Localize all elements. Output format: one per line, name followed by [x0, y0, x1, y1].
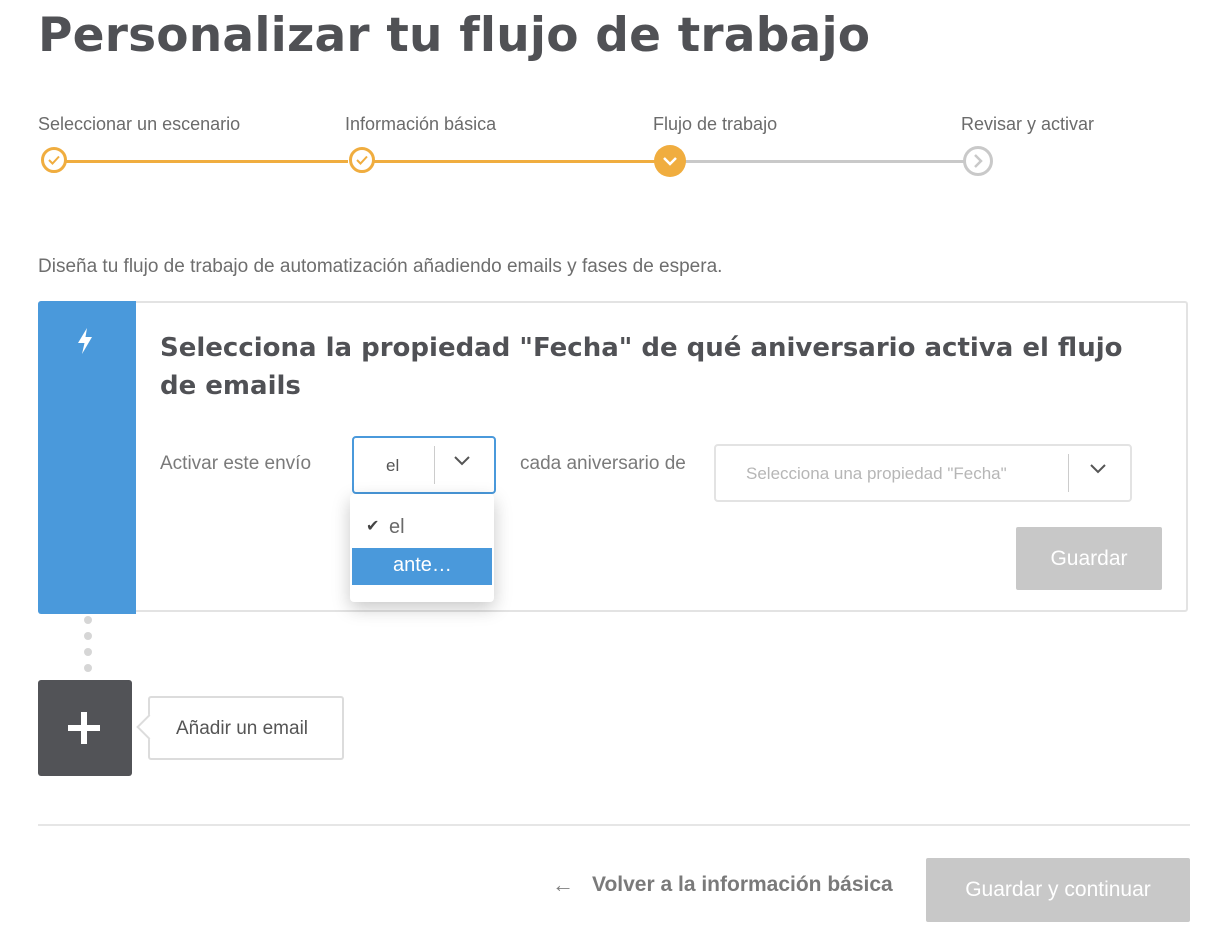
- dropdown-option-label: el: [389, 516, 405, 538]
- footer-divider: [38, 824, 1190, 826]
- add-email-tooltip-text: Añadir un email: [176, 718, 309, 739]
- timing-select-value: el: [386, 456, 400, 475]
- step-current-marker: [654, 145, 686, 177]
- save-and-continue-button[interactable]: Guardar y continuar: [926, 858, 1190, 922]
- dropdown-option-el[interactable]: ✔ el: [352, 510, 492, 547]
- back-link-label: Volver a la información básica: [592, 873, 893, 896]
- progress-stepper: Seleccionar un escenario Información bás…: [0, 0, 1208, 200]
- chevron-right-icon: [973, 154, 983, 168]
- connector-dot: [84, 632, 92, 640]
- step-completed-marker: [349, 147, 375, 173]
- trigger-card-accent: [38, 301, 136, 614]
- step-connector: [684, 160, 964, 163]
- connector-dot: [84, 664, 92, 672]
- select-divider: [1068, 454, 1069, 492]
- add-email-tooltip: Añadir un email: [136, 696, 344, 760]
- dropdown-option-label: ante…: [393, 554, 452, 576]
- step-pending-marker: [963, 146, 993, 176]
- check-icon: [356, 155, 368, 165]
- step-label-workflow: Flujo de trabajo: [653, 114, 778, 134]
- check-icon: [48, 155, 60, 165]
- date-property-placeholder: Selecciona una propiedad "Fecha": [746, 464, 1007, 483]
- chevron-down-icon: [1090, 464, 1106, 474]
- dropdown-option-ante[interactable]: ante…: [352, 548, 492, 585]
- trigger-card-title: Selecciona la propiedad "Fecha" de qué a…: [160, 333, 1123, 401]
- tooltip-arrow: [136, 714, 162, 740]
- checkmark-icon: ✔: [366, 518, 380, 535]
- connector-dot: [84, 648, 92, 656]
- back-to-basic-info-link[interactable]: ← Volver a la información básica: [552, 872, 893, 898]
- connector-dot: [84, 616, 92, 624]
- activate-label: Activar este envío: [160, 453, 312, 474]
- trigger-card: Selecciona la propiedad "Fecha" de qué a…: [38, 301, 1188, 614]
- chevron-down-icon: [454, 456, 470, 466]
- timing-select[interactable]: el: [352, 436, 496, 494]
- timing-dropdown-menu: ✔ el ante…: [350, 494, 494, 602]
- step-label-select-scenario: Seleccionar un escenario: [38, 114, 241, 134]
- plus-icon: [81, 712, 87, 744]
- every-anniversary-label: cada aniversario de: [520, 453, 686, 474]
- step-label-basic-info: Información básica: [345, 114, 497, 134]
- step-connector: [66, 160, 348, 163]
- date-property-select[interactable]: Selecciona una propiedad "Fecha": [714, 444, 1132, 502]
- lightning-bolt-icon: [78, 328, 92, 354]
- select-divider: [434, 446, 435, 484]
- step-label-review-activate: Revisar y activar: [961, 114, 1095, 134]
- add-email-button[interactable]: [38, 680, 132, 776]
- workflow-intro-text: Diseña tu flujo de trabajo de automatiza…: [38, 256, 723, 277]
- save-button[interactable]: Guardar: [1016, 527, 1162, 590]
- step-connector: [374, 160, 656, 163]
- arrow-left-icon: ←: [552, 872, 574, 897]
- chevron-down-icon: [663, 156, 677, 166]
- step-completed-marker: [41, 147, 67, 173]
